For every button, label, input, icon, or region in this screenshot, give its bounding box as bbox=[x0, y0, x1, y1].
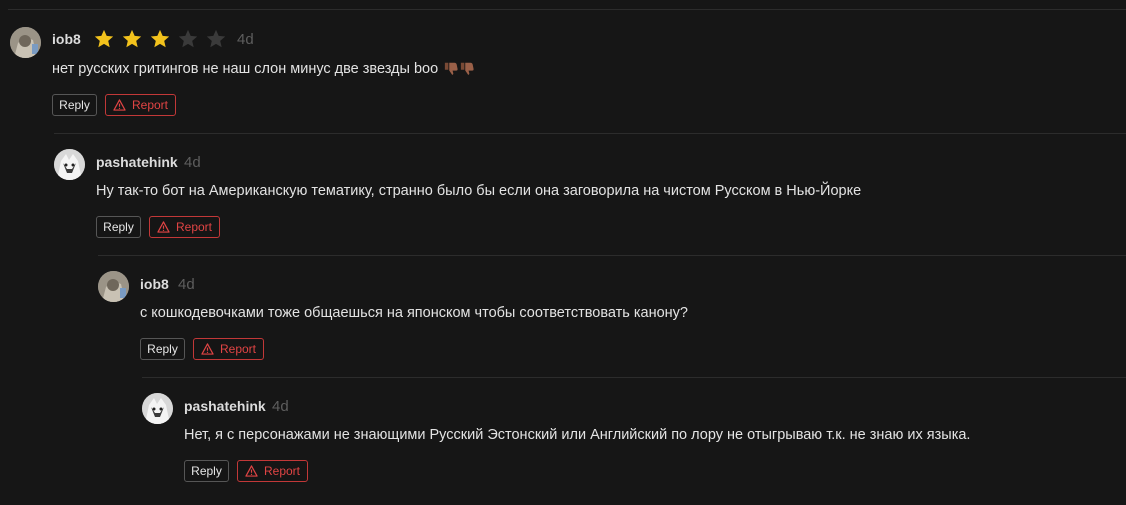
avatar[interactable] bbox=[142, 393, 173, 424]
report-label: Report bbox=[263, 464, 301, 478]
timestamp: 4d bbox=[272, 398, 289, 415]
report-button[interactable]: Report bbox=[237, 460, 308, 482]
username[interactable]: pashatehink bbox=[184, 398, 266, 414]
avatar-image bbox=[142, 393, 173, 424]
comment-text: Нет, я с персонажами не знающими Русский… bbox=[184, 427, 971, 443]
comment: pashatehink 4d Нет, я с персонажами не з… bbox=[0, 0, 1126, 494]
reply-button[interactable]: Reply bbox=[184, 460, 229, 482]
comment-thread: iob8 4d нет русских гритингов не наш сло… bbox=[0, 0, 1126, 505]
reply-label: Reply bbox=[191, 464, 222, 478]
warning-icon bbox=[245, 465, 258, 477]
